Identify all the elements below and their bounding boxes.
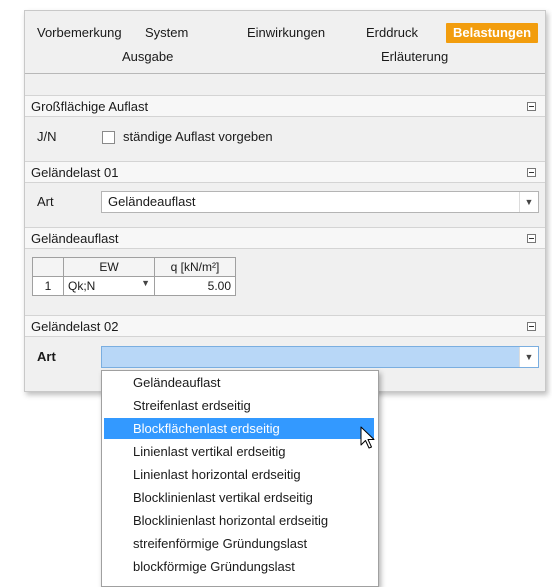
table-header-row: EW q [kN/m²]	[32, 257, 236, 277]
dropdown-option-blocklinienlast-horizontal-erdseitig[interactable]: Blocklinienlast horizontal erdseitig	[104, 510, 374, 531]
staendige-auflast-checkbox[interactable]	[102, 131, 115, 144]
column-header-ew: EW	[63, 257, 155, 277]
tab-einwirkungen[interactable]: Einwirkungen	[240, 23, 332, 43]
collapse-icon[interactable]	[527, 234, 536, 243]
dropdown-option-linienlast-horizontal-erdseitig[interactable]: Linienlast horizontal erdseitig	[104, 464, 374, 485]
dropdown-option-streifenlast-erdseitig[interactable]: Streifenlast erdseitig	[104, 395, 374, 416]
ew-cell-select[interactable]: Qk;N ▼	[63, 276, 155, 296]
section-header-grossflaechige-auflast: Großflächige Auflast	[25, 95, 545, 117]
belastungen-panel: Vorbemerkung System Einwirkungen Erddruc…	[24, 10, 546, 392]
section-header-gelaendelast-02: Geländelast 02	[25, 315, 545, 337]
section-header-gelaendeauflast: Geländeauflast	[25, 227, 545, 249]
tab-erddruck[interactable]: Erddruck	[359, 23, 425, 43]
dropdown-option-streifenfoermige-gruendungslast[interactable]: streifenförmige Gründungslast	[104, 533, 374, 554]
section-title: Geländelast 01	[31, 165, 119, 180]
section-title: Großflächige Auflast	[31, 99, 149, 114]
tab-vorbemerkung[interactable]: Vorbemerkung	[30, 23, 129, 43]
section-header-gelaendelast-01: Geländelast 01	[25, 161, 545, 183]
q-cell-input[interactable]: 5.00	[154, 276, 236, 296]
art-label: Art	[37, 349, 56, 364]
art-select-gelaendelast-02[interactable]: ▼	[101, 346, 539, 368]
row-index: 1	[32, 276, 64, 296]
chevron-down-icon[interactable]: ▼	[519, 347, 538, 367]
gelaendeauflast-table: EW q [kN/m²] 1 Qk;N ▼ 5.00	[32, 257, 236, 296]
tab-ausgabe[interactable]: Ausgabe	[115, 47, 180, 67]
dropdown-option-gelaendeauflast[interactable]: Geländeauflast	[104, 372, 374, 393]
collapse-icon[interactable]	[527, 102, 536, 111]
dropdown-option-blocklinienlast-vertikal-erdseitig[interactable]: Blocklinienlast vertikal erdseitig	[104, 487, 374, 508]
tab-erlaeuterung[interactable]: Erläuterung	[374, 47, 455, 67]
staendige-auflast-label: ständige Auflast vorgeben	[123, 129, 273, 144]
ew-cell-value: Qk;N	[68, 279, 96, 293]
jn-label: J/N	[37, 129, 57, 144]
section-title: Geländeauflast	[31, 231, 119, 246]
art-dropdown-list: Geländeauflast Streifenlast erdseitig Bl…	[101, 370, 379, 587]
dropdown-option-blockfoermige-gruendungslast[interactable]: blockförmige Gründungslast	[104, 556, 374, 577]
chevron-down-icon[interactable]: ▼	[519, 192, 538, 212]
chevron-down-icon[interactable]: ▼	[141, 278, 150, 288]
section-title: Geländelast 02	[31, 319, 119, 334]
tab-belastungen[interactable]: Belastungen	[446, 23, 539, 43]
collapse-icon[interactable]	[527, 322, 536, 331]
column-header-q: q [kN/m²]	[154, 257, 236, 277]
mouse-cursor-icon	[360, 426, 375, 449]
art-select-value: Geländeauflast	[108, 194, 196, 209]
tab-system[interactable]: System	[138, 23, 195, 43]
dropdown-option-linienlast-vertikal-erdseitig[interactable]: Linienlast vertikal erdseitig	[104, 441, 374, 462]
dropdown-option-blockflaechenlast-erdseitig[interactable]: Blockflächenlast erdseitig	[104, 418, 374, 439]
table-corner-cell	[32, 257, 64, 277]
tab-divider	[25, 73, 545, 74]
tab-bar: Vorbemerkung System Einwirkungen Erddruc…	[25, 11, 545, 73]
art-label: Art	[37, 194, 54, 209]
table-row: 1 Qk;N ▼ 5.00	[32, 276, 236, 296]
collapse-icon[interactable]	[527, 168, 536, 177]
art-select-gelaendelast-01[interactable]: Geländeauflast ▼	[101, 191, 539, 213]
